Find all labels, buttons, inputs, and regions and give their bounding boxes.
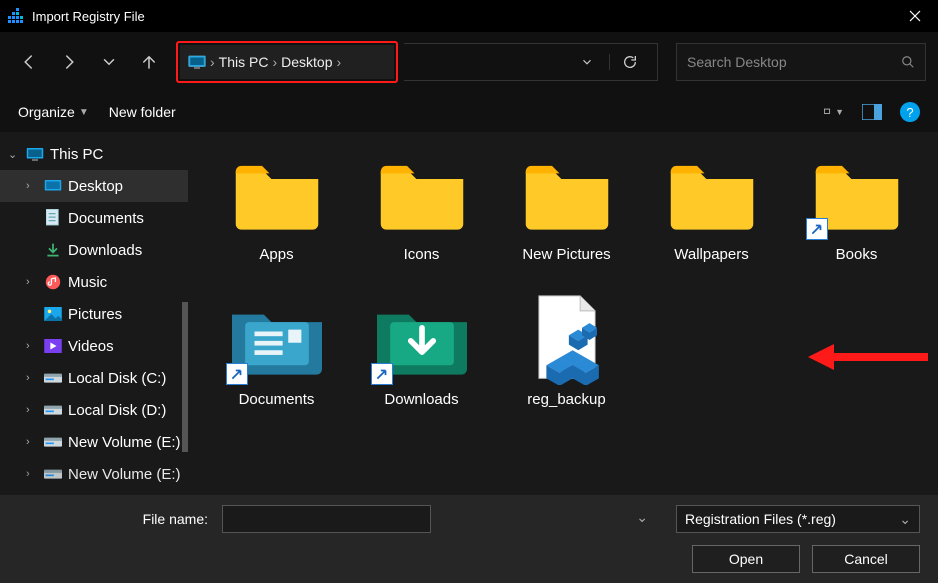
- folder-item-newpictures[interactable]: New Pictures: [494, 148, 639, 293]
- drive-icon: [44, 433, 62, 451]
- forward-button[interactable]: [52, 44, 86, 80]
- expand-icon[interactable]: ›: [26, 404, 38, 416]
- shortcut-overlay-icon: [806, 218, 828, 240]
- file-label: Icons: [404, 246, 440, 263]
- file-label: New Pictures: [522, 246, 610, 263]
- search-input[interactable]: Search Desktop: [676, 43, 926, 81]
- folder-item-apps[interactable]: Apps: [204, 148, 349, 293]
- file-label: Wallpapers: [674, 246, 748, 263]
- search-placeholder: Search Desktop: [687, 54, 901, 70]
- dropdown-caret-icon: ▼: [79, 107, 89, 118]
- folder-icon: [522, 156, 612, 232]
- filetype-select[interactable]: Registration Files (*.reg) ⌄: [676, 505, 920, 533]
- drive-icon: [44, 369, 62, 387]
- folder-icon: [667, 156, 757, 232]
- cancel-button[interactable]: Cancel: [812, 545, 920, 573]
- filename-input[interactable]: [222, 505, 431, 533]
- command-toolbar: Organize ▼ New folder ▼ ?: [0, 92, 938, 132]
- tree-item-music[interactable]: › Music: [0, 266, 188, 298]
- library-item-documents[interactable]: Documents: [204, 293, 349, 438]
- file-label: Documents: [239, 391, 315, 408]
- folder-item-wallpapers[interactable]: Wallpapers: [639, 148, 784, 293]
- dialog-bottom: File name: Registration Files (*.reg) ⌄ …: [0, 495, 938, 583]
- breadcrumb[interactable]: › This PC › Desktop ›: [180, 45, 394, 79]
- desktop-icon: [44, 177, 62, 195]
- file-label: Downloads: [384, 391, 458, 408]
- documents-icon: [44, 209, 62, 227]
- chevron-right-icon: ›: [272, 54, 277, 70]
- folder-icon: [377, 156, 467, 232]
- expand-icon[interactable]: ›: [26, 276, 38, 288]
- history-dropdown-icon[interactable]: [571, 55, 603, 69]
- dropdown-caret-icon: ⌄: [899, 511, 911, 528]
- breadcrumb-seg-desktop[interactable]: Desktop: [281, 54, 332, 70]
- tree-item-pictures[interactable]: Pictures: [0, 298, 188, 330]
- new-folder-button[interactable]: New folder: [109, 104, 176, 120]
- collapse-icon[interactable]: ⌄: [8, 148, 20, 161]
- file-grid: Apps Icons New Pictures Wallpapers Books: [188, 132, 938, 502]
- annotation-arrow: [808, 342, 928, 372]
- expand-icon[interactable]: ›: [26, 372, 38, 384]
- back-button[interactable]: [12, 44, 46, 80]
- titlebar: Import Registry File: [0, 0, 938, 32]
- preview-pane-button[interactable]: [862, 102, 882, 122]
- library-item-downloads[interactable]: Downloads: [349, 293, 494, 438]
- tree-root-thispc[interactable]: ⌄ This PC: [0, 138, 188, 170]
- this-pc-icon: [26, 145, 44, 163]
- tree-item-desktop[interactable]: › Desktop: [0, 170, 188, 202]
- refresh-button[interactable]: [609, 54, 649, 70]
- reg-file-icon: [522, 293, 612, 385]
- search-icon: [901, 55, 915, 69]
- organize-button[interactable]: Organize ▼: [18, 104, 89, 120]
- nav-tree: ⌄ This PC › Desktop Documents Downloads …: [0, 132, 188, 502]
- expand-icon[interactable]: ›: [26, 436, 38, 448]
- address-bar-rest[interactable]: [404, 43, 658, 81]
- registry-app-icon: [8, 8, 24, 24]
- chevron-right-icon: ›: [337, 54, 342, 70]
- drive-icon: [44, 401, 62, 419]
- drive-icon: [44, 465, 62, 483]
- music-icon: [44, 273, 62, 291]
- expand-icon[interactable]: ›: [26, 340, 38, 352]
- nav-row: › This PC › Desktop › Search Desktop: [0, 32, 938, 92]
- file-label: Books: [836, 246, 878, 263]
- up-button[interactable]: [132, 44, 166, 80]
- window-title: Import Registry File: [32, 9, 892, 24]
- tree-item-documents[interactable]: Documents: [0, 202, 188, 234]
- folder-item-books[interactable]: Books: [784, 148, 929, 293]
- folder-icon: [232, 156, 322, 232]
- open-button[interactable]: Open: [692, 545, 800, 573]
- tree-item-downloads[interactable]: Downloads: [0, 234, 188, 266]
- shortcut-overlay-icon: [371, 363, 393, 385]
- this-pc-icon: [188, 55, 206, 69]
- tree-item-new-volume-e[interactable]: › New Volume (E:): [0, 426, 188, 458]
- view-options-button[interactable]: ▼: [824, 102, 844, 122]
- file-label: reg_backup: [527, 391, 605, 408]
- folder-item-icons[interactable]: Icons: [349, 148, 494, 293]
- help-button[interactable]: ?: [900, 102, 920, 122]
- pictures-icon: [44, 305, 62, 323]
- shortcut-overlay-icon: [226, 363, 248, 385]
- chevron-right-icon: ›: [210, 54, 215, 70]
- breadcrumb-highlight-box: › This PC › Desktop ›: [176, 41, 398, 83]
- recent-locations-button[interactable]: [92, 44, 126, 80]
- videos-icon: [44, 337, 62, 355]
- main-area: ⌄ This PC › Desktop Documents Downloads …: [0, 132, 938, 502]
- file-item-reg-backup[interactable]: reg_backup: [494, 293, 639, 438]
- file-label: Apps: [259, 246, 293, 263]
- breadcrumb-seg-thispc[interactable]: This PC: [219, 54, 269, 70]
- close-button[interactable]: [892, 0, 938, 32]
- filename-label: File name:: [18, 511, 214, 527]
- expand-icon[interactable]: ›: [26, 468, 38, 480]
- tree-item-local-disk-c[interactable]: › Local Disk (C:): [0, 362, 188, 394]
- tree-item-videos[interactable]: › Videos: [0, 330, 188, 362]
- downloads-icon: [44, 241, 62, 259]
- tree-item-local-disk-d[interactable]: › Local Disk (D:): [0, 394, 188, 426]
- expand-icon[interactable]: ›: [26, 180, 38, 192]
- tree-item-new-volume-e2[interactable]: › New Volume (E:): [0, 458, 188, 490]
